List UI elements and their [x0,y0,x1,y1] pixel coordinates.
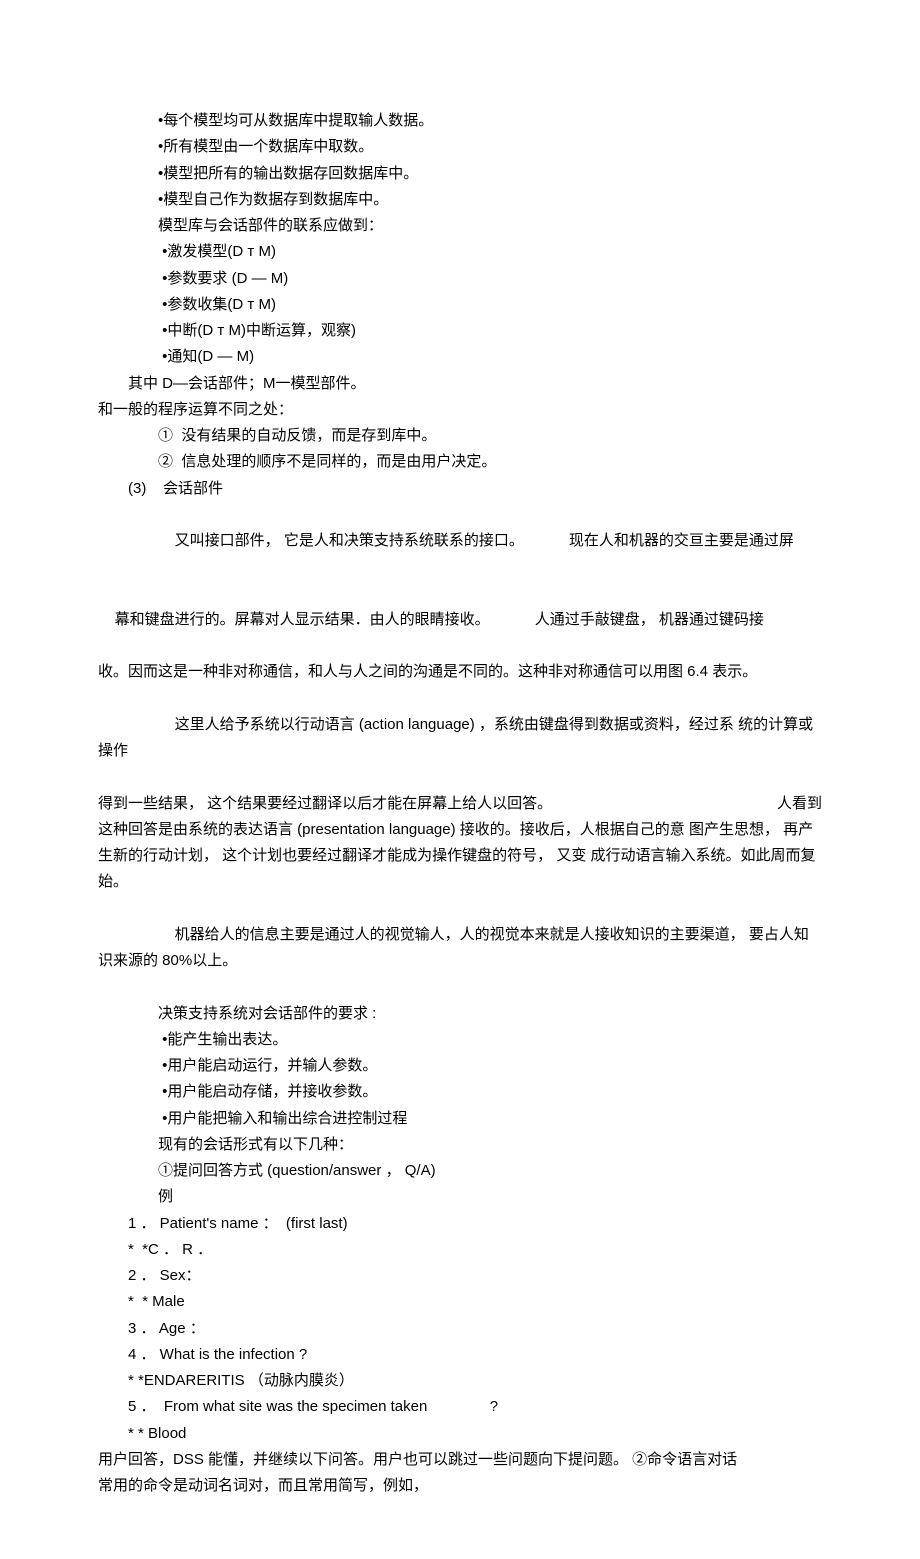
dm-bullet: •参数要求 (D — M) [98,266,822,292]
form-heading: 现有的会话形式有以下几种： [98,1132,822,1158]
req-point: •能产生输出表达。 [98,1027,822,1053]
text: 幕和键盘进行的。屏幕对人显示结果．由人的眼睛接收。 [115,611,490,628]
closing-line: 用户回答，DSS 能懂，并继续以下问答。用户也可以跳过一些问题向下提问题。 ②命… [98,1447,822,1473]
paragraph-line: 这种回答是由系统的表达语言 (presentation language) 接收… [98,817,822,896]
closing-line: 常用的命令是动词名词对，而且常用简写，例如， [98,1473,822,1499]
dm-bullet: •中断(D т M)中断运算，观察) [98,318,822,344]
req-point: •用户能把输入和输出综合进控制过程 [98,1106,822,1132]
dm-bullet: •参数收集(D т M) [98,292,822,318]
dm-bullet: •通知(D — M) [98,344,822,370]
paragraph-line: 又叫接口部件， 它是人和决策支持系统联系的接口。 现在人和机器的交亘主要是通过屏 [98,502,822,581]
qa-line: 1 ． Patient's name ： (first last) [98,1211,822,1237]
qa-line: * * Male [98,1289,822,1315]
req-point: •用户能启动运行，并输人参数。 [98,1053,822,1079]
db-bullet: •所有模型由一个数据库中取数。 [98,134,822,160]
qa-line: 3 ． Age ： [98,1316,822,1342]
model-dialog-heading: 模型库与会话部件的联系应做到： [98,213,822,239]
dm-bullet: •激发模型(D т M) [98,239,822,265]
diff-point: ② 信息处理的顺序不是同样的，而是由用户决定。 [98,449,822,475]
document-page: •每个模型均可从数据库中提取输人数据。 •所有模型由一个数据库中取数。 •模型把… [0,0,920,1559]
text: 现在人和机器的交亘主要是通过屏 [569,532,794,549]
db-bullet: •模型自己作为数据存到数据库中。 [98,187,822,213]
diff-heading: 和一般的程序运算不同之处： [98,397,822,423]
section-3-label: (3) 会话部件 [98,476,822,502]
qa-line: * *C ． R ． [98,1237,822,1263]
paragraph-line: 这里人给予系统以行动语言 (action language) ，系统由键盘得到数… [98,686,822,791]
req-point: •用户能启动存储，并接收参数。 [98,1079,822,1105]
paragraph-line: 收。因而这是一种非对称通信，和人与人之间的沟通是不同的。这种非对称通信可以用图 … [98,659,822,685]
text: 得到一些结果， 这个结果要经过翻译以后才能在屏幕上给人以回答。 [98,791,552,817]
diff-point: ① 没有结果的自动反馈，而是存到库中。 [98,423,822,449]
qa-line: 5 ． From what site was the specimen take… [98,1394,822,1420]
example-label: 例 [98,1184,822,1210]
paragraph-line: 得到一些结果， 这个结果要经过翻译以后才能在屏幕上给人以回答。 人看到 [98,791,822,817]
db-bullet: •每个模型均可从数据库中提取输人数据。 [98,108,822,134]
qa-line: 2 ． Sex： [98,1263,822,1289]
text: 又叫接口部件， 它是人和决策支持系统联系的接口。 [175,532,524,549]
text: 人看到 [777,791,822,817]
text: 这里人给予系统以行动语言 (action language) ，系统由键盘得到数… [98,716,813,759]
paragraph-line: 机器给人的信息主要是通过人的视觉输人，人的视觉本来就是人接收知识的主要渠道， 要… [98,896,822,1001]
req-heading: 决策支持系统对会话部件的要求 : [98,1001,822,1027]
form-1: ①提问回答方式 (question/answer ， Q/A) [98,1158,822,1184]
qa-line: 4 ． What is the infection ? [98,1342,822,1368]
text: 人通过手敲键盘， 机器通过键码接 [535,611,764,628]
paragraph-line: 幕和键盘进行的。屏幕对人显示结果．由人的眼睛接收。 人通过手敲键盘， 机器通过键码… [98,581,822,660]
text: 机器给人的信息主要是通过人的视觉输人，人的视觉本来就是人接收知识的主要渠道， 要… [98,926,809,969]
qa-line: * *ENDARERITIS （动脉内膜炎） [98,1368,822,1394]
qa-line: * * Blood [98,1421,822,1447]
db-bullet: •模型把所有的输出数据存回数据库中。 [98,161,822,187]
dm-note: 其中 D—会话部件；M一模型部件。 [98,371,822,397]
